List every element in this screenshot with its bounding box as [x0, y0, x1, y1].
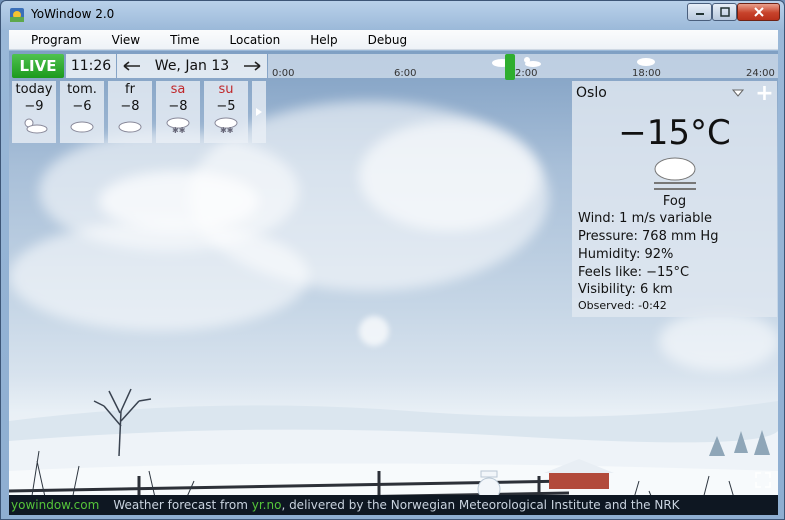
feels-like-detail: Feels like: −15°C [578, 265, 690, 280]
status-message: Weather forecast from yr.no, delivered b… [113, 498, 679, 512]
city-dropdown[interactable]: Oslo [572, 81, 750, 105]
timeline-sun-cloud-icon [524, 57, 541, 67]
chevron-right-icon [256, 108, 262, 116]
menu-debug[interactable]: Debug [346, 33, 407, 47]
tick-6: 6:00 [394, 68, 417, 79]
timeline-cursor[interactable] [505, 54, 515, 80]
day-name: sa [170, 82, 186, 97]
observed-time: Observed: -0:42 [578, 299, 667, 312]
pressure-detail: Pressure: 768 mm Hg [578, 229, 719, 244]
window-title: YoWindow 2.0 [31, 7, 115, 21]
timeline-cloud-icon [637, 58, 655, 66]
forecast-day-su[interactable]: su −5 ✱✱ [204, 81, 248, 143]
snow-cloud-icon: ✱✱ [214, 117, 238, 135]
cloud [99, 171, 259, 231]
day-temp: −5 [216, 99, 236, 114]
date-navigator: We, Jan 13 [117, 54, 267, 78]
fullscreen-icon[interactable] [754, 471, 772, 489]
status-bar: yowindow.com Weather forecast from yr.no… [9, 495, 778, 515]
svg-text:✱✱: ✱✱ [220, 126, 234, 134]
status-suffix: , delivered by the Norwegian Meteorologi… [281, 498, 680, 512]
forecast-day-tomorrow[interactable]: tom. −6 [60, 81, 104, 143]
yowindow-app-icon [10, 8, 24, 22]
tick-18: 18:00 [632, 68, 661, 79]
visibility-detail: Visibility: 6 km [578, 282, 673, 297]
sun-cloud-icon [24, 118, 48, 134]
title-bar: YoWindow 2.0 [1, 1, 784, 28]
snow-cloud-icon: ✱✱ [166, 117, 190, 135]
time-toolbar: LIVE 11:26 We, Jan 13 0:00 6:00 2:00 18:… [9, 51, 778, 81]
tick-24: 24:00 [746, 68, 775, 79]
current-weather-panel: Oslo + −15°C Fog Wind: 1 m/s variable Pr… [572, 81, 777, 317]
menu-bar: Program View Time Location Help Debug [9, 30, 778, 50]
minimize-button[interactable] [687, 3, 712, 21]
chevron-down-icon [732, 89, 744, 97]
day-temp: −8 [168, 99, 188, 114]
next-day-arrow-icon[interactable] [243, 61, 261, 71]
cloud-icon [118, 121, 142, 133]
current-date: We, Jan 13 [154, 58, 230, 74]
prev-day-arrow-icon[interactable] [123, 61, 141, 71]
menu-program[interactable]: Program [9, 33, 82, 47]
fog-icon [654, 157, 696, 190]
minimize-icon [695, 13, 704, 15]
tick-12: 2:00 [515, 68, 538, 79]
close-button[interactable] [737, 3, 780, 21]
day-temp: −8 [120, 99, 140, 114]
forecast-day-today[interactable]: today −9 [12, 81, 56, 143]
forecast-next-button[interactable] [252, 81, 266, 143]
svg-text:✱✱: ✱✱ [172, 126, 186, 134]
city-name: Oslo [576, 85, 607, 101]
menu-time[interactable]: Time [148, 33, 199, 47]
day-name: tom. [67, 82, 97, 97]
snowy-landscape [9, 388, 778, 515]
forecast-day-sa[interactable]: sa −8 ✱✱ [156, 81, 200, 143]
live-button[interactable]: LIVE [12, 54, 64, 78]
current-time: 11:26 [66, 54, 116, 78]
maximize-button[interactable] [712, 3, 737, 21]
day-name: fr [125, 82, 135, 97]
humidity-detail: Humidity: 92% [578, 247, 674, 262]
close-icon [753, 7, 764, 17]
current-temperature: −15°C [618, 113, 731, 153]
menu-view[interactable]: View [90, 33, 140, 47]
wind-detail: Wind: 1 m/s variable [578, 211, 712, 226]
maximize-icon [719, 7, 730, 17]
day-temp: −9 [24, 99, 44, 114]
day-timeline[interactable]: 0:00 6:00 2:00 18:00 24:00 [268, 54, 778, 80]
condition-label: Fog [662, 194, 687, 209]
yr-link[interactable]: yr.no [252, 498, 282, 512]
status-prefix: Weather forecast from [113, 498, 252, 512]
day-name: today [15, 82, 53, 97]
yowindow-link[interactable]: yowindow.com [11, 498, 99, 512]
day-temp: −6 [72, 99, 92, 114]
menu-location[interactable]: Location [208, 33, 281, 47]
app-window: YoWindow 2.0 Program View Time Location … [0, 0, 785, 520]
cloud-icon [70, 121, 94, 133]
forecast-day-fr[interactable]: fr −8 [108, 81, 152, 143]
cloud [9, 221, 309, 331]
day-name: su [218, 82, 234, 97]
tick-0: 0:00 [272, 68, 295, 79]
menu-help[interactable]: Help [288, 33, 337, 47]
weather-scene: LIVE 11:26 We, Jan 13 0:00 6:00 2:00 18:… [9, 51, 778, 515]
add-location-button[interactable]: + [752, 81, 777, 106]
cloud [359, 121, 539, 231]
